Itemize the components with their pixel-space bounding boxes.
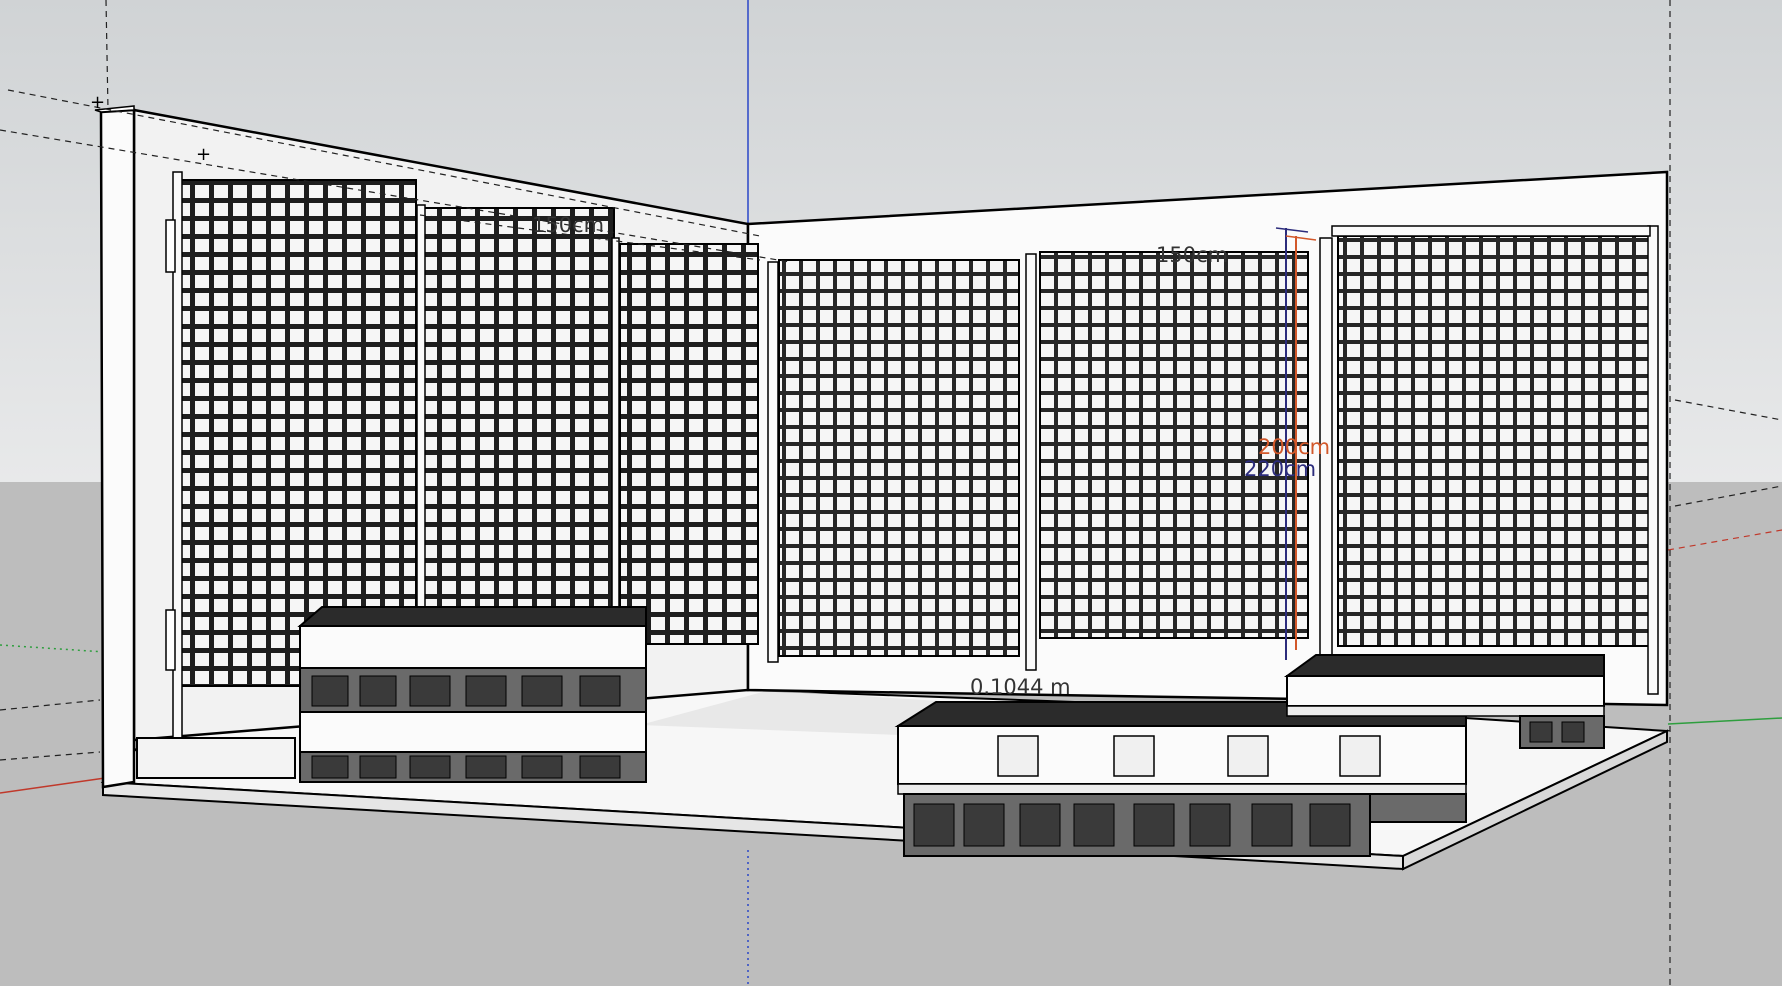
- trellis-right-post-1: [767, 261, 779, 663]
- trellis-right-1: [778, 259, 1020, 657]
- trellis-right-3: [1337, 235, 1653, 647]
- hinge-2: [165, 609, 176, 671]
- planter-box: [136, 737, 296, 779]
- dimension-label-floor-gap: 0.1044 m: [970, 675, 1071, 699]
- dimension-label-right-wall: 150cm: [1156, 243, 1228, 267]
- hinge-1: [165, 219, 176, 273]
- trellis-right-post-4: [1647, 225, 1659, 695]
- guide-point-marker-2: +: [196, 144, 211, 165]
- dimension-label-height-red: 200cm: [1258, 435, 1330, 459]
- left-end-wall-front: [99, 108, 136, 789]
- trellis-right-top-rail: [1331, 225, 1651, 237]
- trellis-left-2: [423, 207, 615, 675]
- model-viewport[interactable]: + + 150cm 150cm 200cm 220cm 0.1044 m: [0, 0, 1782, 986]
- dimension-label-height-blue: 220cm: [1244, 457, 1316, 481]
- trellis-left-3: [619, 243, 759, 645]
- guide-point-marker-1: +: [90, 92, 105, 113]
- dimension-label-back-wall: 150cm: [532, 213, 604, 237]
- pallet-bench-left: [297, 606, 647, 783]
- trellis-right-post-2: [1025, 253, 1037, 671]
